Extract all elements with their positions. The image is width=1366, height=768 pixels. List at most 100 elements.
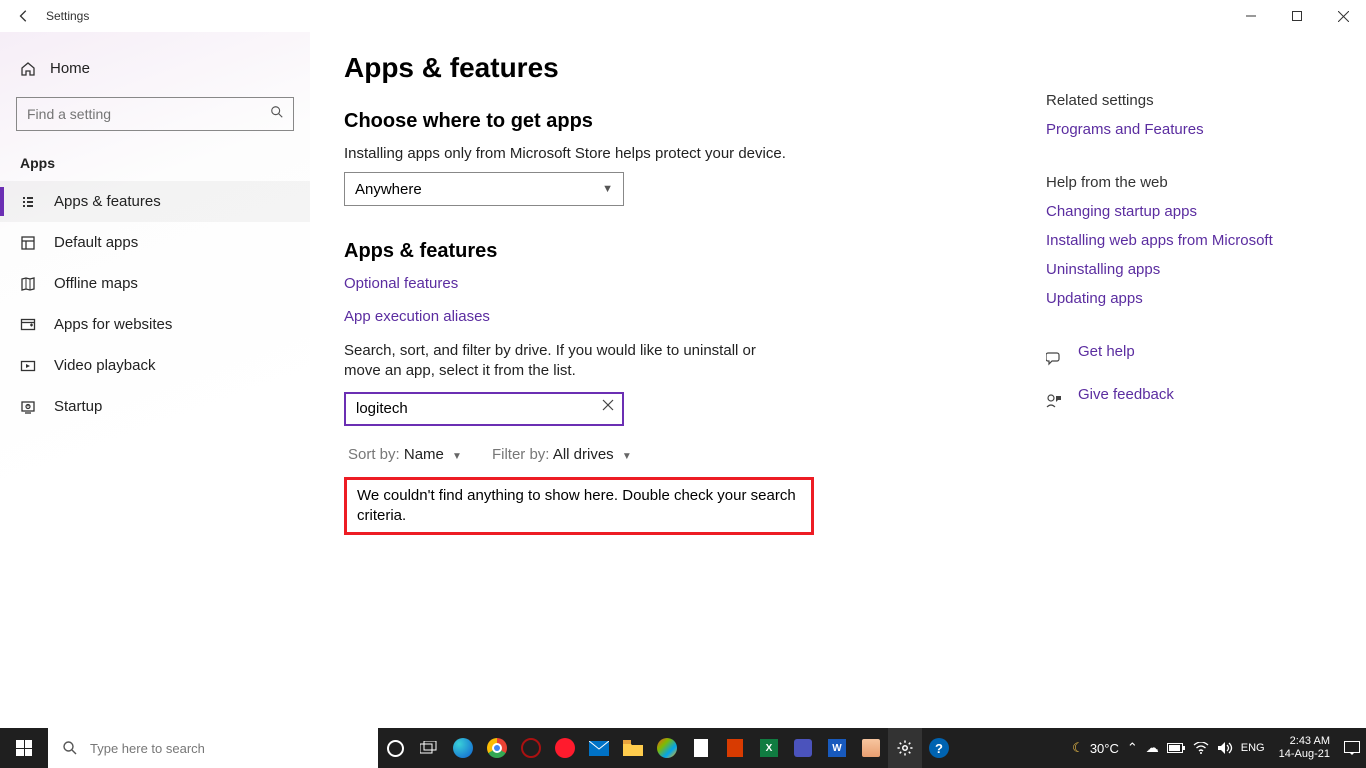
sidebar-search-input[interactable] — [16, 97, 294, 131]
chevron-down-icon: ▼ — [602, 183, 613, 195]
page: Apps & features Choose where to get apps… — [344, 52, 1046, 728]
filter-by-control[interactable]: Filter by: All drives ▼ — [492, 446, 632, 463]
weather-icon: ☾ — [1072, 740, 1084, 756]
search-icon — [62, 740, 78, 756]
sort-value: Name — [404, 446, 444, 463]
choose-subtext: Installing apps only from Microsoft Stor… — [344, 145, 1046, 162]
defaults-icon — [20, 235, 38, 251]
back-button[interactable] — [8, 0, 40, 32]
chevron-down-icon: ▼ — [622, 451, 632, 462]
clock-date: 14-Aug-21 — [1279, 748, 1330, 761]
tray-language-icon[interactable]: ENG — [1241, 742, 1265, 754]
action-center-icon[interactable] — [1344, 741, 1360, 755]
filter-value: All drives — [553, 446, 614, 463]
empty-results-message: We couldn't find anything to show here. … — [344, 477, 814, 536]
programs-and-features-link[interactable]: Programs and Features — [1046, 121, 1346, 138]
feedback-icon — [1046, 393, 1064, 409]
tray-battery-icon[interactable] — [1167, 743, 1185, 753]
sidebar-item-label: Apps for websites — [54, 316, 172, 333]
windows-logo-icon — [16, 740, 32, 756]
search-description: Search, sort, and filter by drive. If yo… — [344, 341, 774, 382]
taskbar-app-word[interactable]: W — [820, 728, 854, 768]
sidebar-search[interactable] — [16, 97, 294, 131]
sidebar-item-label: Default apps — [54, 234, 138, 251]
filter-label: Filter by: — [492, 446, 550, 463]
start-button[interactable] — [0, 728, 48, 768]
taskbar-app-edge[interactable] — [446, 728, 480, 768]
weather-temp: 30°C — [1090, 741, 1119, 756]
sidebar-item-startup[interactable]: Startup — [0, 386, 310, 427]
tray-chevron-icon[interactable]: ⌃ — [1127, 740, 1138, 756]
websites-icon — [20, 317, 38, 333]
app-source-dropdown[interactable]: Anywhere ▼ — [344, 172, 624, 206]
video-icon — [20, 358, 38, 374]
sidebar-item-offline-maps[interactable]: Offline maps — [0, 263, 310, 304]
related-settings-heading: Related settings — [1046, 92, 1346, 109]
taskbar-app-help[interactable]: ? — [922, 728, 956, 768]
sidebar-item-label: Startup — [54, 398, 102, 415]
sidebar-item-default-apps[interactable]: Default apps — [0, 222, 310, 263]
taskbar-app-notepad[interactable] — [684, 728, 718, 768]
taskbar-app-people[interactable] — [650, 728, 684, 768]
home-label: Home — [50, 60, 90, 77]
sidebar: Home Apps Apps & featuresDefault appsOff… — [0, 32, 310, 728]
sort-label: Sort by: — [348, 446, 400, 463]
help-link[interactable]: Uninstalling apps — [1046, 261, 1346, 278]
help-link[interactable]: Installing web apps from Microsoft — [1046, 232, 1346, 249]
get-help-label: Get help — [1078, 343, 1135, 360]
taskbar-app-settings[interactable] — [888, 728, 922, 768]
help-web-heading: Help from the web — [1046, 174, 1346, 191]
right-rail: Related settings Programs and Features H… — [1046, 52, 1346, 728]
sidebar-item-label: Offline maps — [54, 275, 138, 292]
sidebar-item-video-playback[interactable]: Video playback — [0, 345, 310, 386]
tray-wifi-icon[interactable] — [1193, 742, 1209, 754]
home-nav[interactable]: Home — [0, 50, 310, 87]
taskbar-app-mail[interactable] — [582, 728, 616, 768]
clear-search-icon[interactable] — [602, 399, 614, 411]
get-help-link[interactable]: Get help — [1046, 343, 1346, 372]
taskbar-app-paint[interactable] — [854, 728, 888, 768]
sidebar-item-apps-features[interactable]: Apps & features — [0, 181, 310, 222]
sort-by-control[interactable]: Sort by: Name ▼ — [348, 446, 462, 463]
optional-features-link[interactable]: Optional features — [344, 275, 1046, 292]
taskbar-weather[interactable]: ☾ 30°C — [1072, 740, 1119, 756]
map-icon — [20, 276, 38, 292]
taskbar-clock[interactable]: 2:43 AM 14-Aug-21 — [1273, 735, 1336, 760]
taskbar-app-opera[interactable] — [548, 728, 582, 768]
app-execution-aliases-link[interactable]: App execution aliases — [344, 308, 1046, 325]
apps-features-heading: Apps & features — [344, 240, 1046, 263]
taskbar-app-explorer[interactable] — [616, 728, 650, 768]
app-source-value: Anywhere — [355, 181, 422, 198]
task-view-icon[interactable] — [412, 728, 446, 768]
tray-volume-icon[interactable] — [1217, 741, 1233, 755]
page-title: Apps & features — [344, 52, 1046, 84]
sidebar-item-label: Video playback — [54, 357, 155, 374]
list-icon — [20, 194, 38, 210]
cortana-icon[interactable] — [378, 728, 412, 768]
help-link[interactable]: Changing startup apps — [1046, 203, 1346, 220]
clock-time: 2:43 AM — [1279, 735, 1330, 748]
help-icon — [1046, 350, 1064, 366]
taskbar-search[interactable]: Type here to search — [48, 728, 378, 768]
close-button[interactable] — [1320, 0, 1366, 32]
help-link[interactable]: Updating apps — [1046, 290, 1346, 307]
maximize-button[interactable] — [1274, 0, 1320, 32]
choose-heading: Choose where to get apps — [344, 110, 1046, 133]
app-search-input[interactable] — [344, 392, 624, 426]
taskbar: Type here to search X W ? ☾ 30°C ⌃ ☁ ENG — [0, 728, 1366, 768]
tray-onedrive-icon[interactable]: ☁ — [1146, 740, 1159, 756]
taskbar-app-opera-gx[interactable] — [514, 728, 548, 768]
titlebar: Settings — [0, 0, 1366, 32]
minimize-button[interactable] — [1228, 0, 1274, 32]
startup-icon — [20, 399, 38, 415]
taskbar-app-office[interactable] — [718, 728, 752, 768]
home-icon — [20, 61, 36, 77]
window-title: Settings — [40, 9, 89, 23]
give-feedback-label: Give feedback — [1078, 386, 1174, 403]
taskbar-app-chrome[interactable] — [480, 728, 514, 768]
taskbar-app-excel[interactable]: X — [752, 728, 786, 768]
give-feedback-link[interactable]: Give feedback — [1046, 386, 1346, 415]
sidebar-item-apps-for-websites[interactable]: Apps for websites — [0, 304, 310, 345]
chevron-down-icon: ▼ — [452, 451, 462, 462]
taskbar-app-teams[interactable] — [786, 728, 820, 768]
